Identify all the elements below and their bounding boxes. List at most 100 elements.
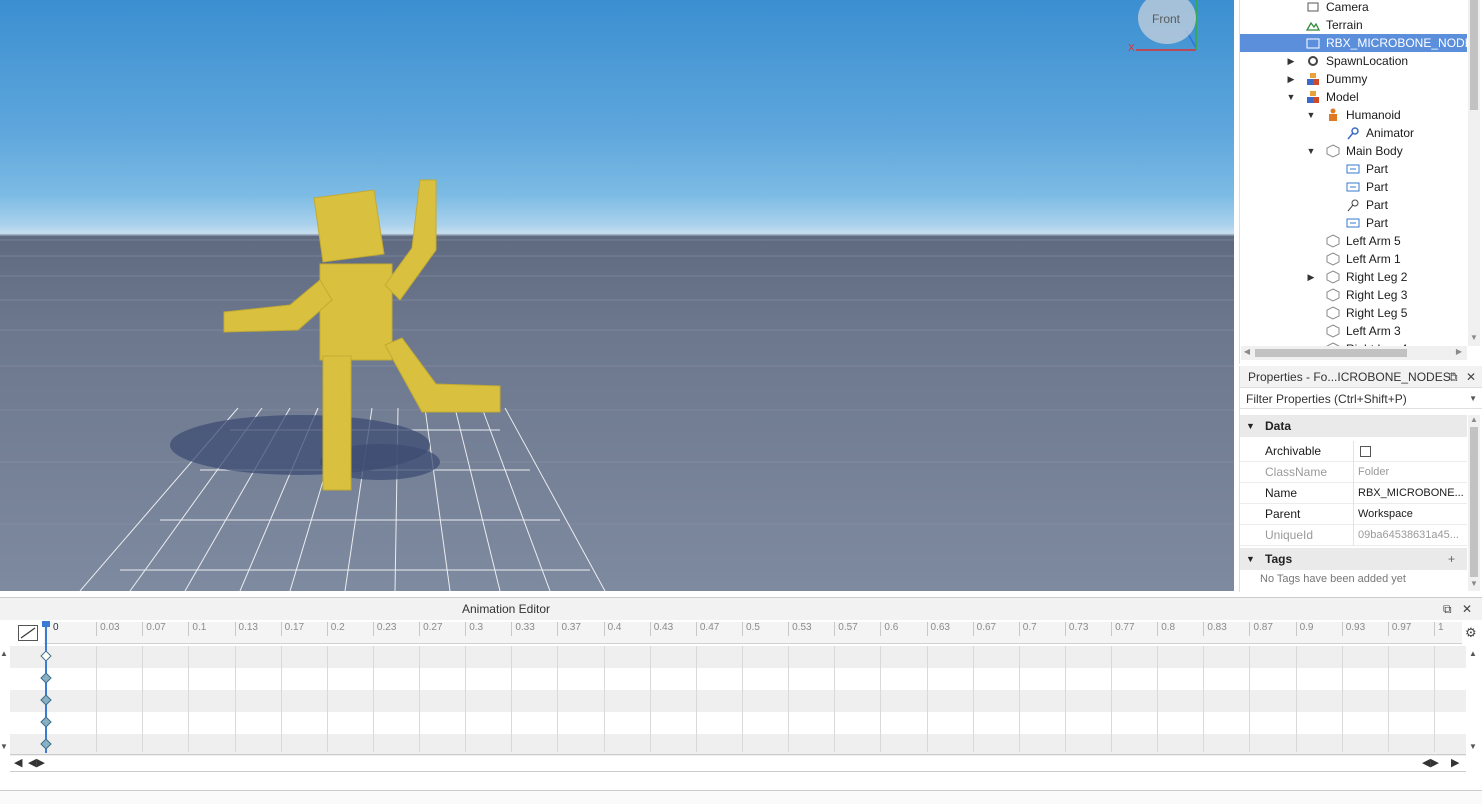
explorer-item-label: Left Arm 1 bbox=[1346, 252, 1401, 266]
timeline-tick-label: 0.43 bbox=[649, 622, 673, 636]
expand-arrow-icon[interactable]: ▼ bbox=[1306, 142, 1316, 160]
timeline-gridline bbox=[1341, 646, 1343, 752]
explorer-vertical-scrollbar[interactable]: ▼ bbox=[1468, 0, 1480, 346]
zoom-handle-right-icon[interactable]: ◀▶ bbox=[1422, 756, 1439, 769]
timeline-tick-label: 0.97 bbox=[1387, 622, 1411, 636]
timeline-track[interactable] bbox=[10, 734, 1466, 756]
scroll-up-arrow-icon[interactable]: ▲ bbox=[0, 649, 8, 658]
explorer-item[interactable]: ▼ Model bbox=[1240, 88, 1467, 106]
filter-properties-placeholder: Filter Properties (Ctrl+Shift+P) bbox=[1246, 392, 1407, 406]
property-group-data[interactable]: ▼ Data bbox=[1240, 415, 1467, 437]
timeline-ruler[interactable]: 0 0.03 0.07 0.1 0.13 0.17 0.2 0.23 0.27 0.3 0.33 0.… bbox=[44, 622, 1462, 644]
close-icon[interactable]: ✕ bbox=[1462, 598, 1472, 620]
timeline-track[interactable] bbox=[10, 712, 1466, 734]
explorer-vertical-scroll-thumb[interactable] bbox=[1470, 0, 1478, 110]
explorer-item[interactable]: Terrain bbox=[1240, 16, 1467, 34]
explorer-horizontal-scroll-thumb[interactable] bbox=[1255, 349, 1407, 357]
group-label-tags: Tags bbox=[1265, 552, 1293, 566]
property-value-input[interactable]: RBX_MICROBONE... bbox=[1358, 483, 1467, 504]
collapse-arrow-icon[interactable]: ▼ bbox=[1246, 415, 1255, 437]
archivable-checkbox[interactable] bbox=[1360, 446, 1371, 457]
explorer-item[interactable]: ▼ Main Body bbox=[1240, 142, 1467, 160]
scroll-up-arrow-icon[interactable]: ▲ bbox=[1468, 415, 1480, 424]
timeline-tick-label: 0.17 bbox=[280, 622, 304, 636]
folder-icon bbox=[1306, 36, 1320, 50]
view-cube[interactable]: Front bbox=[1138, 0, 1198, 48]
property-group-tags[interactable]: ▼ Tags + bbox=[1240, 548, 1467, 570]
timeline-tick-label: 0.67 bbox=[972, 622, 996, 636]
explorer-item[interactable]: Right Leg 3 bbox=[1240, 286, 1467, 304]
property-value-input[interactable]: Workspace bbox=[1358, 504, 1467, 525]
timeline-track[interactable] bbox=[10, 690, 1466, 712]
scroll-left-arrow-icon[interactable]: ◀ bbox=[14, 756, 22, 769]
property-name: Archivable bbox=[1265, 444, 1322, 458]
explorer-item[interactable]: Part bbox=[1240, 214, 1467, 232]
undock-icon[interactable]: ⧉ bbox=[1449, 366, 1458, 388]
humanoid-icon bbox=[1326, 108, 1340, 122]
explorer-item[interactable]: ▶ Right Leg 2 bbox=[1240, 268, 1467, 286]
3d-viewport[interactable]: Front X bbox=[0, 0, 1234, 591]
filter-properties-input[interactable]: Filter Properties (Ctrl+Shift+P) ▼ bbox=[1240, 389, 1482, 409]
explorer-item[interactable]: Camera bbox=[1240, 0, 1467, 16]
explorer-item[interactable]: Part bbox=[1240, 160, 1467, 178]
explorer-item[interactable]: Part bbox=[1240, 178, 1467, 196]
status-bar bbox=[0, 790, 1482, 804]
scroll-up-arrow-icon[interactable]: ▲ bbox=[1469, 649, 1477, 658]
explorer-item[interactable]: ▶ Dummy bbox=[1240, 70, 1467, 88]
scroll-right-arrow-icon[interactable]: ▶ bbox=[1453, 347, 1465, 356]
curve-editor-toggle-button[interactable] bbox=[18, 625, 38, 641]
timeline-tick-label: 0.57 bbox=[834, 622, 858, 636]
timeline-track[interactable] bbox=[10, 668, 1466, 690]
add-tag-icon[interactable]: + bbox=[1448, 548, 1455, 570]
camera-icon bbox=[1306, 0, 1320, 14]
explorer-item-label: Left Arm 3 bbox=[1346, 324, 1401, 338]
explorer-item-label: Model bbox=[1326, 90, 1359, 104]
scroll-right-arrow-icon[interactable]: ▶ bbox=[1451, 756, 1459, 769]
timeline-tick-label: 0.8 bbox=[1157, 622, 1175, 636]
timeline-gridline bbox=[1111, 646, 1113, 752]
timeline-gridline bbox=[742, 646, 743, 752]
attachment-icon bbox=[1346, 180, 1360, 194]
timeline-gridline bbox=[1203, 646, 1205, 752]
part-icon bbox=[1326, 144, 1340, 158]
scroll-left-arrow-icon[interactable]: ◀ bbox=[1241, 347, 1253, 356]
timeline-track[interactable] bbox=[10, 646, 1466, 668]
timeline-gridline bbox=[695, 646, 697, 752]
expand-arrow-icon[interactable]: ▶ bbox=[1306, 268, 1316, 286]
explorer-item[interactable]: Part bbox=[1240, 196, 1467, 214]
expand-arrow-icon[interactable]: ▼ bbox=[1286, 88, 1296, 106]
expand-arrow-icon[interactable]: ▼ bbox=[1306, 106, 1316, 124]
property-row-parent: Parent Workspace bbox=[1240, 504, 1467, 525]
explorer-item[interactable]: Animator bbox=[1240, 124, 1467, 142]
scroll-down-arrow-icon[interactable]: ▼ bbox=[1468, 333, 1480, 342]
properties-scroll-thumb[interactable] bbox=[1470, 427, 1478, 577]
explorer-horizontal-scrollbar[interactable]: ◀ ▶ bbox=[1241, 346, 1467, 360]
zoom-handle-left-icon[interactable]: ◀▶ bbox=[28, 756, 45, 769]
expand-arrow-icon[interactable]: ▶ bbox=[1286, 52, 1296, 70]
expand-arrow-icon[interactable]: ▶ bbox=[1286, 70, 1296, 88]
scroll-down-arrow-icon[interactable]: ▼ bbox=[1468, 579, 1480, 588]
timeline-tick-label: 0.93 bbox=[1341, 622, 1365, 636]
gear-icon[interactable]: ⚙ bbox=[1465, 625, 1477, 641]
explorer-item[interactable]: Left Arm 1 bbox=[1240, 250, 1467, 268]
scroll-down-arrow-icon[interactable]: ▼ bbox=[0, 742, 8, 751]
undock-icon[interactable]: ⧉ bbox=[1443, 598, 1452, 620]
collapse-arrow-icon[interactable]: ▼ bbox=[1246, 548, 1255, 570]
explorer-item[interactable]: Right Leg 5 bbox=[1240, 304, 1467, 322]
chevron-down-icon[interactable]: ▼ bbox=[1469, 389, 1477, 409]
close-icon[interactable]: ✕ bbox=[1466, 366, 1476, 388]
playhead-scrubber[interactable] bbox=[45, 623, 47, 753]
explorer-item[interactable]: ▼ Humanoid bbox=[1240, 106, 1467, 124]
scroll-down-arrow-icon[interactable]: ▼ bbox=[1469, 742, 1477, 751]
explorer-item[interactable]: Left Arm 5 bbox=[1240, 232, 1467, 250]
timeline-zoom-bar: ◀ ◀▶ ◀▶ ▶ bbox=[10, 754, 1466, 772]
timeline-tick-label: 0.27 bbox=[419, 622, 443, 636]
explorer-item[interactable]: ▶ SpawnLocation bbox=[1240, 52, 1467, 70]
timeline-gridline bbox=[1018, 646, 1020, 752]
explorer-item[interactable]: Left Arm 3 bbox=[1240, 322, 1467, 340]
explorer-item[interactable]: RBX_MICROBONE_NODES bbox=[1240, 34, 1481, 52]
timeline-gridline bbox=[1157, 646, 1159, 752]
timeline-tick-label: 0.4 bbox=[603, 622, 622, 636]
properties-vertical-scrollbar[interactable]: ▲ ▼ bbox=[1468, 415, 1480, 591]
timeline-tick-label: 0.33 bbox=[511, 622, 535, 636]
